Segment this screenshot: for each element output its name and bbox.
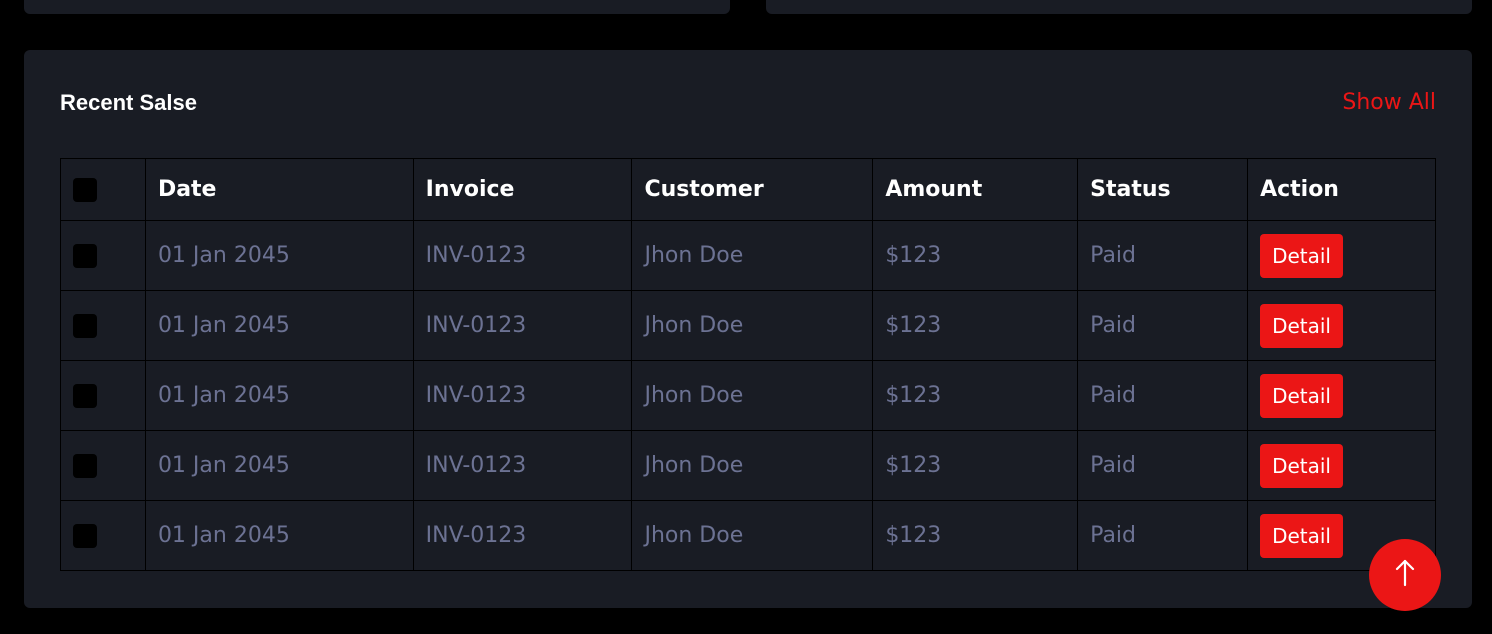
cell-status: Paid — [1077, 430, 1249, 501]
detail-button[interactable]: Detail — [1260, 303, 1343, 348]
table-row: 01 Jan 2045 INV-0123 Jhon Doe $123 Paid … — [60, 500, 1436, 571]
cell-date: 01 Jan 2045 — [144, 500, 414, 571]
header-action: Action — [1247, 158, 1436, 221]
cell-action: Detail — [1247, 430, 1436, 501]
cell-status: Paid — [1077, 500, 1249, 571]
card-header: Recent Salse Show All — [60, 88, 1436, 120]
header-select-cell — [60, 158, 146, 221]
row-checkbox[interactable] — [73, 524, 97, 548]
cell-date: 01 Jan 2045 — [144, 360, 414, 431]
cell-amount: $123 — [872, 220, 1079, 291]
table-row: 01 Jan 2045 INV-0123 Jhon Doe $123 Paid … — [60, 360, 1436, 431]
cell-status: Paid — [1077, 220, 1249, 291]
cell-customer: Jhon Doe — [631, 360, 874, 431]
cell-customer: Jhon Doe — [631, 220, 874, 291]
cell-customer: Jhon Doe — [631, 500, 874, 571]
row-select-cell — [60, 290, 146, 361]
header-amount: Amount — [872, 158, 1079, 221]
show-all-link[interactable]: Show All — [1342, 90, 1436, 115]
row-checkbox[interactable] — [73, 244, 97, 268]
arrow-up-icon — [1390, 558, 1420, 592]
back-to-top-button[interactable] — [1369, 539, 1441, 611]
header-status: Status — [1077, 158, 1249, 221]
table-row: 01 Jan 2045 INV-0123 Jhon Doe $123 Paid … — [60, 290, 1436, 361]
cell-date: 01 Jan 2045 — [144, 290, 414, 361]
table-row: 01 Jan 2045 INV-0123 Jhon Doe $123 Paid … — [60, 430, 1436, 501]
sales-table: Date Invoice Customer Amount Status Acti… — [60, 158, 1436, 571]
cell-amount: $123 — [872, 430, 1079, 501]
row-select-cell — [60, 500, 146, 571]
cell-customer: Jhon Doe — [631, 290, 874, 361]
cell-status: Paid — [1077, 360, 1249, 431]
cell-invoice: INV-0123 — [412, 360, 633, 431]
select-all-checkbox[interactable] — [73, 178, 97, 202]
cell-date: 01 Jan 2045 — [144, 220, 414, 291]
header-customer: Customer — [631, 158, 874, 221]
detail-button[interactable]: Detail — [1260, 443, 1343, 488]
cell-invoice: INV-0123 — [412, 430, 633, 501]
top-right-card — [766, 0, 1472, 14]
top-left-card — [24, 0, 730, 14]
row-checkbox[interactable] — [73, 314, 97, 338]
cell-invoice: INV-0123 — [412, 500, 633, 571]
recent-sales-card: Recent Salse Show All Date Invoice Custo… — [24, 50, 1472, 608]
card-title: Recent Salse — [60, 90, 197, 115]
cell-action: Detail — [1247, 290, 1436, 361]
detail-button[interactable]: Detail — [1260, 513, 1343, 558]
cell-status: Paid — [1077, 290, 1249, 361]
cell-action: Detail — [1247, 360, 1436, 431]
header-date: Date — [144, 158, 414, 221]
cell-amount: $123 — [872, 360, 1079, 431]
cell-amount: $123 — [872, 500, 1079, 571]
detail-button[interactable]: Detail — [1260, 233, 1343, 278]
cell-action: Detail — [1247, 220, 1436, 291]
row-select-cell — [60, 360, 146, 431]
cell-invoice: INV-0123 — [412, 220, 633, 291]
cell-amount: $123 — [872, 290, 1079, 361]
cell-invoice: INV-0123 — [412, 290, 633, 361]
detail-button[interactable]: Detail — [1260, 373, 1343, 418]
row-checkbox[interactable] — [73, 454, 97, 478]
row-select-cell — [60, 220, 146, 291]
cell-customer: Jhon Doe — [631, 430, 874, 501]
header-invoice: Invoice — [412, 158, 633, 221]
table-header-row: Date Invoice Customer Amount Status Acti… — [60, 158, 1436, 221]
row-select-cell — [60, 430, 146, 501]
table-row: 01 Jan 2045 INV-0123 Jhon Doe $123 Paid … — [60, 220, 1436, 291]
cell-date: 01 Jan 2045 — [144, 430, 414, 501]
row-checkbox[interactable] — [73, 384, 97, 408]
